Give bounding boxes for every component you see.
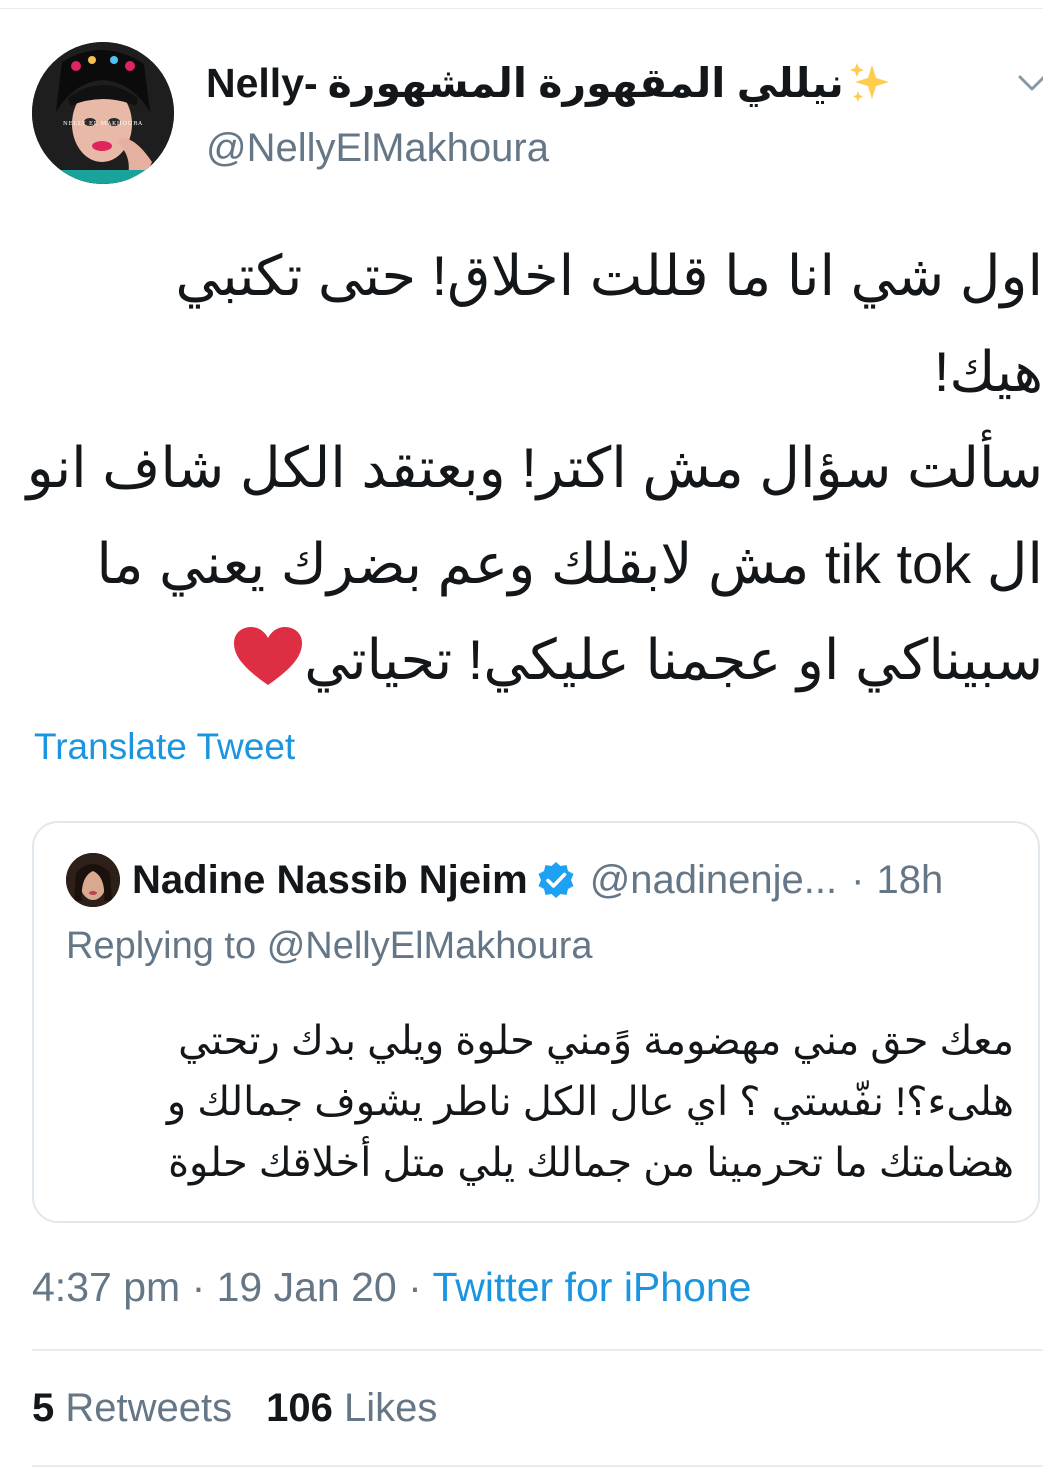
replying-to: Replying to @NellyElMakhoura xyxy=(66,925,593,968)
heart-emoji-icon xyxy=(234,627,303,685)
divider xyxy=(32,1349,1043,1351)
quoted-timestamp[interactable]: 18h xyxy=(876,858,943,903)
author-avatar[interactable]: NELLY EL MAKHOURA xyxy=(32,42,174,184)
replying-to-handle[interactable]: @NellyElMakhoura xyxy=(267,925,593,967)
translate-tweet-link[interactable]: Translate Tweet xyxy=(34,726,295,768)
retweets-label: Retweets xyxy=(65,1386,233,1430)
retweets-stat[interactable]: 5 Retweets xyxy=(32,1386,232,1430)
tweet-text-line-last: سبيناكي او عجمنا عليكي! تحياتي xyxy=(20,612,1043,708)
sparkles-icon xyxy=(849,63,889,102)
tweet-text-line: ال tik tok مش لابقلك وعم بضرك يعني ما xyxy=(96,532,1043,595)
quoted-tweet-card[interactable]: Nadine Nassib Njeim @nadinenje... · 18h … xyxy=(32,821,1040,1223)
tweet-text: اول شي انا ما قللت اخلاق! حتى تكتبي هيك!… xyxy=(20,228,1043,708)
verified-badge-icon xyxy=(538,862,574,898)
quoted-tweet-text: معك حق مني مهضومة وًمني حلوة ويلي بدك رت… xyxy=(94,1011,1014,1194)
author-name-arabic: نيللي المقهورة المشهورة xyxy=(327,60,844,106)
tweet-text-line: سبيناكي او عجمنا عليكي! تحياتي xyxy=(304,628,1043,691)
tweet-text-line: اول شي انا ما قللت اخلاق! حتى تكتبي xyxy=(175,244,1043,307)
quoted-tweet-header: Nadine Nassib Njeim @nadinenje... · 18h xyxy=(132,853,943,907)
author-name-latin: Nelly- xyxy=(206,59,318,106)
quoted-author-name[interactable]: Nadine Nassib Njeim xyxy=(132,858,528,903)
tweet-time[interactable]: 4:37 pm xyxy=(32,1264,180,1310)
avatar-caption: NELLY EL MAKHOURA xyxy=(63,121,143,127)
retweets-count: 5 xyxy=(32,1386,55,1430)
likes-count: 106 xyxy=(266,1386,333,1430)
top-divider xyxy=(0,8,1043,9)
separator-dot: · xyxy=(191,1264,206,1310)
author-name[interactable]: Nelly- نيللي المقهورة المشهورة xyxy=(206,56,892,110)
likes-stat[interactable]: 106 Likes xyxy=(266,1386,437,1430)
quoted-text-line: معك حق مني مهضومة وًمني حلوة ويلي بدك رت… xyxy=(178,1019,1014,1063)
chevron-down-icon[interactable] xyxy=(1017,72,1043,94)
avatar-image: NELLY EL MAKHOURA xyxy=(32,42,174,184)
separator-dot: · xyxy=(408,1264,422,1310)
separator-dot: · xyxy=(851,857,865,902)
quoted-avatar-image xyxy=(66,853,120,907)
author-handle[interactable]: @NellyElMakhoura xyxy=(206,126,549,171)
tweet-text-line: هيك! xyxy=(933,340,1043,403)
tweet-meta: 4:37 pm · 19 Jan 20 · Twitter for iPhone xyxy=(32,1264,751,1311)
quoted-author-avatar[interactable] xyxy=(66,853,120,907)
likes-label: Likes xyxy=(344,1386,438,1430)
tweet-source-link[interactable]: Twitter for iPhone xyxy=(432,1264,751,1310)
quoted-text-line: هلىء؟! نفّستي ؟ اي عال الكل ناطر يشوف جم… xyxy=(166,1080,1014,1124)
quoted-text-line: هضامتك ما تحرمينا من جمالك يلي متل أخلاق… xyxy=(168,1141,1014,1185)
tweet-stats: 5 Retweets 106 Likes xyxy=(32,1386,437,1431)
tweet-date[interactable]: 19 Jan 20 xyxy=(217,1264,397,1310)
replying-prefix: Replying to xyxy=(66,925,257,967)
tweet-text-line: سألت سؤال مش اكتر! وبعتقد الكل شاف انو xyxy=(26,436,1043,499)
divider xyxy=(32,1465,1043,1467)
quoted-author-handle[interactable]: @nadinenje... xyxy=(590,858,837,903)
